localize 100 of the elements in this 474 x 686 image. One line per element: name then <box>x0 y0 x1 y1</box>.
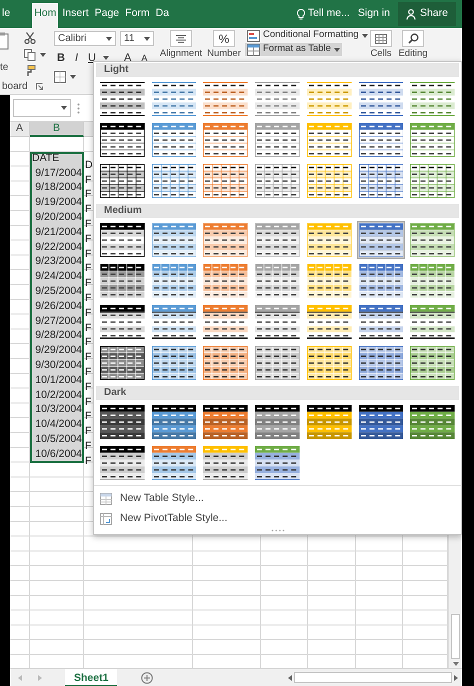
table-style-thumbnail[interactable] <box>202 163 250 199</box>
table-style-thumbnail[interactable] <box>254 445 301 481</box>
menu-item[interactable]: New Table Style... <box>94 489 210 509</box>
horizontal-scrollbar[interactable] <box>294 672 452 683</box>
table-style-thumbnail[interactable] <box>306 404 353 440</box>
table-style-thumbnail[interactable] <box>99 445 146 481</box>
number-format-button[interactable]: % <box>213 30 235 47</box>
table-style-thumbnail[interactable] <box>150 304 198 340</box>
table-style-thumbnail[interactable] <box>254 263 301 299</box>
ribbon-button[interactable]: Conditional Formatting <box>245 29 370 42</box>
table-style-thumbnail[interactable] <box>150 404 198 440</box>
cells-icon <box>375 34 387 44</box>
table-style-thumbnail[interactable] <box>409 304 456 340</box>
table-style-thumbnail[interactable] <box>150 345 198 381</box>
font-size-field[interactable]: 11 <box>120 31 154 46</box>
table-cell-text: F <box>84 232 92 246</box>
table-style-thumbnail[interactable] <box>99 263 146 299</box>
alignment-button[interactable] <box>170 30 192 47</box>
table-style-thumbnail[interactable] <box>254 122 301 158</box>
table-style-thumbnail[interactable] <box>99 404 146 440</box>
table-style-thumbnail[interactable] <box>358 122 404 158</box>
group-label: Number <box>207 48 241 59</box>
table-style-thumbnail[interactable] <box>254 304 301 340</box>
ribbon-tab[interactable]: Da <box>154 3 172 28</box>
table-style-thumbnail[interactable] <box>99 163 146 199</box>
table-cell: 9/26/2004 <box>30 300 84 315</box>
table-style-thumbnail[interactable] <box>358 163 404 199</box>
table-style-thumbnail[interactable] <box>358 263 404 299</box>
table-style-thumbnail[interactable] <box>254 345 301 381</box>
paste-label[interactable]: te <box>0 60 24 75</box>
table-style-thumbnail[interactable] <box>150 263 198 299</box>
shrink-font-button[interactable]: A <box>138 52 150 65</box>
scroll-right-icon[interactable] <box>454 674 458 680</box>
table-style-thumbnail[interactable] <box>306 263 353 299</box>
bold-button[interactable]: B <box>54 50 68 66</box>
scroll-left-icon[interactable] <box>288 674 292 680</box>
table-style-thumbnail[interactable] <box>202 304 250 340</box>
editing-button[interactable] <box>402 30 424 47</box>
resize-grip-icon[interactable] <box>270 528 284 532</box>
ribbon-tab[interactable]: Hom <box>32 3 58 28</box>
table-style-thumbnail[interactable] <box>99 345 146 381</box>
caret-icon <box>40 52 46 56</box>
table-style-thumbnail[interactable] <box>358 304 404 340</box>
table-style-thumbnail[interactable] <box>358 222 404 258</box>
ribbon-tab[interactable]: Insert <box>60 3 91 28</box>
table-style-thumbnail[interactable] <box>254 81 301 117</box>
table-style-thumbnail[interactable] <box>150 122 198 158</box>
table-style-thumbnail[interactable] <box>150 163 198 199</box>
font-name-field[interactable]: Calibri <box>54 31 116 46</box>
ribbon-tab[interactable]: le <box>0 3 12 28</box>
table-style-thumbnail[interactable] <box>358 404 404 440</box>
table-style-thumbnail[interactable] <box>409 163 456 199</box>
sheet-tab[interactable]: Sheet1 <box>65 668 118 686</box>
table-style-thumbnail[interactable] <box>306 304 353 340</box>
table-style-thumbnail[interactable] <box>254 404 301 440</box>
add-sheet-icon[interactable] <box>141 672 154 684</box>
table-style-thumbnail[interactable] <box>99 304 146 340</box>
table-cell: 10/5/2004 <box>30 432 84 448</box>
table-style-thumbnail[interactable] <box>358 345 404 381</box>
table-style-thumbnail[interactable] <box>409 222 456 258</box>
ribbon-tab[interactable]: Page <box>92 3 122 28</box>
table-style-thumbnail[interactable] <box>409 345 456 381</box>
pivot-table-icon <box>100 512 112 525</box>
table-cell-text: F <box>84 262 92 276</box>
sign-in-link[interactable]: Sign in <box>358 6 390 22</box>
table-style-thumbnail[interactable] <box>409 122 456 158</box>
scrollbar-thumb[interactable] <box>451 614 460 659</box>
table-style-thumbnail[interactable] <box>202 222 250 258</box>
table-style-thumbnail[interactable] <box>202 122 250 158</box>
italic-button[interactable]: I <box>72 50 82 66</box>
table-style-thumbnail[interactable] <box>358 81 404 117</box>
copy-icon[interactable] <box>24 48 36 60</box>
share-button[interactable]: Share <box>398 2 456 26</box>
table-style-thumbnail[interactable] <box>150 222 198 258</box>
table-style-thumbnail[interactable] <box>202 81 250 117</box>
table-style-thumbnail[interactable] <box>202 345 250 381</box>
scissors-icon[interactable] <box>24 32 36 44</box>
table-style-thumbnail[interactable] <box>150 445 198 481</box>
table-style-thumbnail[interactable] <box>202 263 250 299</box>
table-style-thumbnail[interactable] <box>99 122 146 158</box>
table-cell: 10/3/2004 <box>30 403 84 418</box>
table-style-thumbnail[interactable] <box>306 81 353 117</box>
table-style-thumbnail[interactable] <box>409 263 456 299</box>
table-style-thumbnail[interactable] <box>202 404 250 440</box>
dialog-launcher-icon[interactable] <box>36 83 43 90</box>
table-cell: 9/30/2004 <box>30 358 84 374</box>
ribbon-tab[interactable]: Form <box>123 3 152 28</box>
column-header[interactable]: B <box>30 122 84 137</box>
tell-me-box[interactable]: Tell me... <box>296 6 350 22</box>
table-style-thumbnail[interactable] <box>409 404 456 440</box>
table-style-thumbnail[interactable] <box>254 163 301 199</box>
menu-item[interactable]: New PivotTable Style... <box>94 508 234 528</box>
ribbon-button[interactable]: Format as Table <box>245 43 342 56</box>
table-style-thumbnail[interactable] <box>150 81 198 117</box>
border-icon[interactable] <box>54 70 66 82</box>
table-style-thumbnail[interactable] <box>99 81 146 117</box>
cells-button[interactable] <box>370 30 392 47</box>
table-style-thumbnail[interactable] <box>409 81 456 117</box>
table-style-thumbnail[interactable] <box>99 222 146 258</box>
table-style-thumbnail[interactable] <box>202 445 250 481</box>
